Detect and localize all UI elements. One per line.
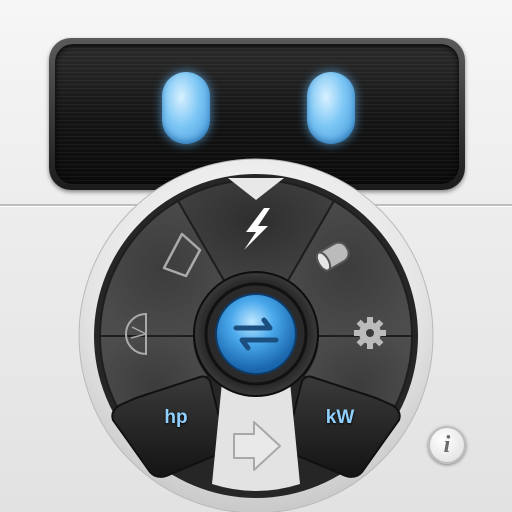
info-button[interactable]: i (428, 426, 466, 464)
swap-button[interactable] (215, 293, 297, 375)
from-unit-label: hp (164, 407, 188, 428)
app-screen: 0 0 (0, 0, 512, 512)
to-unit-label: kW (325, 407, 355, 428)
gear-icon (354, 317, 386, 349)
info-icon: i (443, 432, 451, 458)
